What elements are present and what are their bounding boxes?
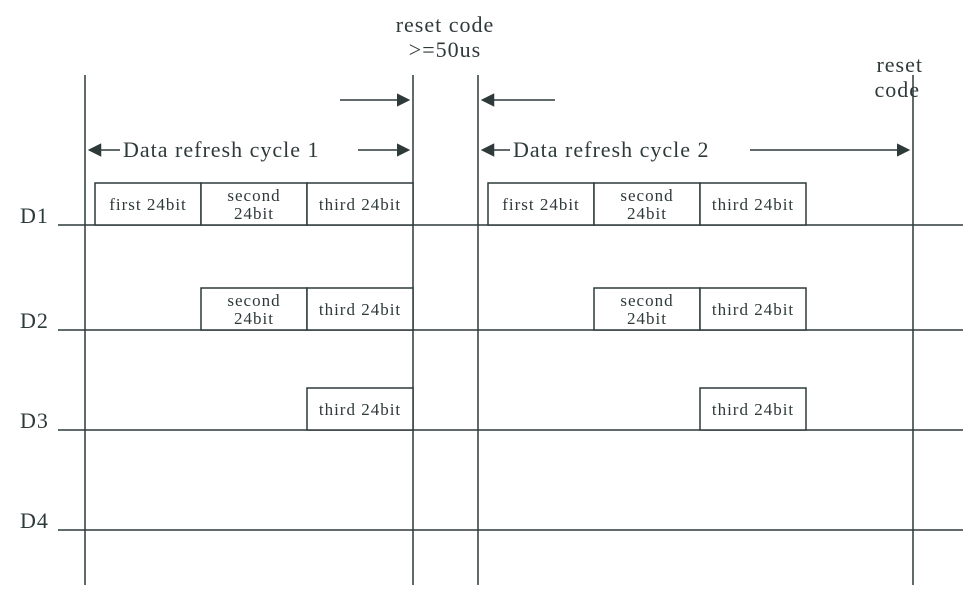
row-d1: D1 first 24bit second 24bit third 24bit … — [20, 183, 963, 228]
d4-label: D4 — [20, 508, 49, 533]
reset-code2a: reset — [876, 52, 923, 77]
d2-c1-b2b: 24bit — [234, 309, 274, 328]
d1-c1-b1-text: first 24bit — [109, 195, 187, 214]
cycle1-label-group: Data refresh cycle 1 — [90, 137, 408, 162]
d2-c2-b2b: 24bit — [627, 309, 667, 328]
row-d3: D3 third 24bit third 24bit — [20, 388, 963, 433]
d1-c2-b1-text: first 24bit — [502, 195, 580, 214]
d3-c2-b3-text: third 24bit — [712, 400, 794, 419]
d2-c1-b3-text: third 24bit — [319, 300, 401, 319]
d1-label: D1 — [20, 203, 49, 228]
d1-c1-b3-text: third 24bit — [319, 195, 401, 214]
d2-label: D2 — [20, 308, 49, 333]
reset-code2b: code — [874, 77, 920, 102]
d3-label: D3 — [20, 408, 49, 433]
row-d2: D2 second 24bit third 24bit second 24bit… — [20, 288, 963, 333]
reset-time-label: >=50us — [409, 37, 481, 62]
d1-c1-b2b: 24bit — [234, 204, 274, 223]
reset-code-label: reset code — [396, 12, 495, 37]
row-d4: D4 — [20, 508, 963, 533]
cycle1-label: Data refresh cycle 1 — [123, 137, 320, 162]
d1-c1-b2a: second — [227, 186, 280, 205]
d1-c2-b2b: 24bit — [627, 204, 667, 223]
d2-c2-b2a: second — [620, 291, 673, 310]
d1-c2-b2a: second — [620, 186, 673, 205]
cycle2-label-group: Data refresh cycle 2 — [483, 137, 908, 162]
d2-c2-b3-text: third 24bit — [712, 300, 794, 319]
d2-c1-b2a: second — [227, 291, 280, 310]
d3-c1-b3-text: third 24bit — [319, 400, 401, 419]
timing-diagram: reset code >=50us reset code Data refres… — [0, 0, 963, 609]
d1-c2-b3-text: third 24bit — [712, 195, 794, 214]
cycle2-label: Data refresh cycle 2 — [513, 137, 710, 162]
